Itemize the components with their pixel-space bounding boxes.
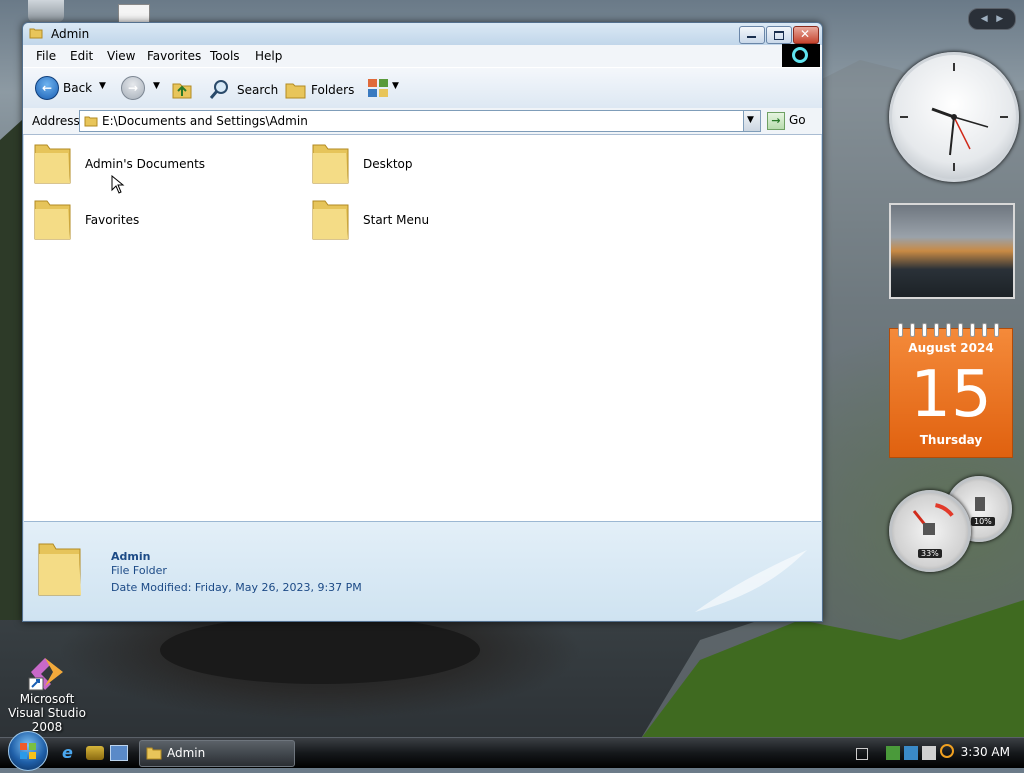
menu-tools[interactable]: Tools — [210, 49, 240, 63]
explorer-window: Admin ✕ File Edit View Favorites Tools H… — [22, 22, 823, 622]
folder-item-desktop[interactable]: Desktop — [310, 139, 560, 191]
address-field[interactable]: E:\Documents and Settings\Admin ▼ — [79, 110, 761, 132]
title-bar[interactable]: Admin ✕ — [23, 23, 822, 45]
menu-view[interactable]: View — [107, 49, 135, 63]
search-icon — [209, 80, 228, 99]
details-type: File Folder — [111, 564, 167, 577]
volume-tray-icon[interactable] — [922, 746, 936, 760]
quicklaunch-switch-windows-icon[interactable] — [86, 746, 104, 760]
feather-watermark-icon — [695, 550, 807, 612]
forward-button[interactable]: → ▼ — [119, 75, 165, 101]
details-modified: Date Modified: Friday, May 26, 2023, 9:3… — [111, 581, 362, 594]
taskbar-button-label: Admin — [167, 746, 206, 760]
folder-label: Start Menu — [363, 213, 430, 227]
forward-dropdown-icon: ▼ — [153, 81, 160, 91]
views-icon — [368, 79, 388, 97]
folder-label: Admin's Documents — [85, 157, 206, 171]
go-label: Go — [789, 113, 806, 127]
folder-item-admins-documents[interactable]: Admin's Documents — [32, 139, 282, 191]
visual-studio-icon — [27, 652, 67, 692]
network-tray-icon[interactable] — [886, 746, 900, 760]
chevron-down-icon: ▼ — [747, 115, 754, 125]
close-icon: ✕ — [800, 27, 811, 41]
back-arrow-icon: ← — [35, 76, 59, 100]
keyboard-tray-icon[interactable] — [856, 748, 868, 760]
folder-item-start-menu[interactable]: Start Menu — [310, 195, 560, 247]
windows-logo-icon — [782, 44, 820, 68]
address-value: E:\Documents and Settings\Admin — [102, 114, 308, 128]
folder-icon — [34, 200, 71, 240]
folders-label: Folders — [311, 83, 355, 97]
folder-label: Favorites — [85, 213, 140, 227]
taskbar-button-admin[interactable]: Admin — [139, 740, 295, 767]
mouse-cursor-icon — [111, 175, 125, 194]
views-dropdown-icon: ▼ — [392, 81, 399, 91]
folder-icon — [146, 747, 162, 760]
folder-icon — [312, 144, 349, 184]
minimize-button[interactable] — [739, 26, 765, 44]
address-label: Address — [32, 114, 80, 128]
back-button[interactable]: ← Back ▼ — [33, 75, 111, 101]
clock-face-icon — [900, 63, 1008, 171]
folders-button[interactable]: Folders — [285, 76, 357, 102]
search-button[interactable]: Search — [209, 76, 279, 102]
go-button[interactable]: → Go — [765, 110, 811, 130]
folder-view: Admin's Documents Desktop Favorites Star… — [24, 135, 821, 521]
taskbar-clock[interactable]: 3:30 AM — [961, 745, 1010, 759]
search-tray-icon[interactable] — [940, 744, 954, 758]
gadget-arrows[interactable]: ◀ ▶ — [968, 8, 1016, 30]
folder-icon — [312, 200, 349, 240]
menu-bar: File Edit View Favorites Tools Help — [23, 45, 822, 67]
clock-gadget[interactable] — [889, 52, 1019, 182]
folders-icon — [285, 83, 306, 99]
up-folder-icon — [172, 83, 192, 99]
start-button[interactable] — [8, 731, 48, 771]
close-button[interactable]: ✕ — [793, 26, 819, 44]
cpu-gauge[interactable]: 33% — [889, 490, 971, 572]
folder-icon — [38, 543, 81, 596]
slideshow-gadget[interactable] — [889, 203, 1015, 299]
up-folder-button[interactable] — [171, 78, 193, 100]
memory-value: 10% — [971, 517, 995, 526]
folder-icon — [29, 28, 43, 39]
views-button[interactable]: ▼ — [367, 78, 403, 100]
cpu-value: 33% — [918, 549, 942, 558]
back-label: Back — [63, 81, 93, 95]
calendar-weekday: Thursday — [919, 433, 983, 447]
desktop-icon-vs2008[interactable]: Microsoft Visual Studio 2008 — [2, 652, 92, 734]
menu-help[interactable]: Help — [255, 49, 282, 63]
toolbar: ← Back ▼ → ▼ Search Folders ▼ — [23, 67, 822, 109]
calendar-month: August 2024 — [908, 341, 994, 355]
menu-file[interactable]: File — [36, 49, 56, 63]
menu-favorites[interactable]: Favorites — [147, 49, 201, 63]
restore-icon — [774, 31, 784, 40]
windows-flag-icon — [20, 743, 36, 759]
address-dropdown-button[interactable]: ▼ — [743, 111, 760, 131]
window-title: Admin — [51, 27, 90, 41]
desktop-icon-label: Microsoft Visual Studio 2008 — [8, 692, 86, 734]
calendar-day: 15 — [910, 358, 992, 432]
address-bar: Address E:\Documents and Settings\Admin … — [23, 108, 822, 135]
minimize-icon — [747, 36, 756, 38]
details-pane: Admin File Folder Date Modified: Friday,… — [24, 521, 821, 620]
menu-edit[interactable]: Edit — [70, 49, 93, 63]
notepad-icon[interactable] — [118, 4, 150, 24]
taskbar: e Admin 3:30 AM — [0, 731, 1024, 771]
search-label: Search — [237, 83, 279, 97]
quicklaunch-show-desktop-icon[interactable] — [110, 745, 128, 761]
back-dropdown-icon: ▼ — [99, 81, 106, 91]
folder-item-favorites[interactable]: Favorites — [32, 195, 282, 247]
quicklaunch-ie-icon[interactable]: e — [62, 744, 80, 762]
folder-icon — [84, 116, 98, 127]
recycle-bin-icon[interactable] — [28, 0, 64, 22]
calendar-gadget[interactable]: August 2024 15 Thursday — [889, 323, 1013, 458]
safely-remove-tray-icon[interactable] — [904, 746, 918, 760]
folder-label: Desktop — [363, 157, 413, 171]
details-name: Admin — [111, 550, 151, 563]
folder-icon — [34, 144, 71, 184]
go-arrow-icon: → — [767, 112, 785, 130]
restore-button[interactable] — [766, 26, 792, 44]
forward-arrow-icon: → — [121, 76, 145, 100]
